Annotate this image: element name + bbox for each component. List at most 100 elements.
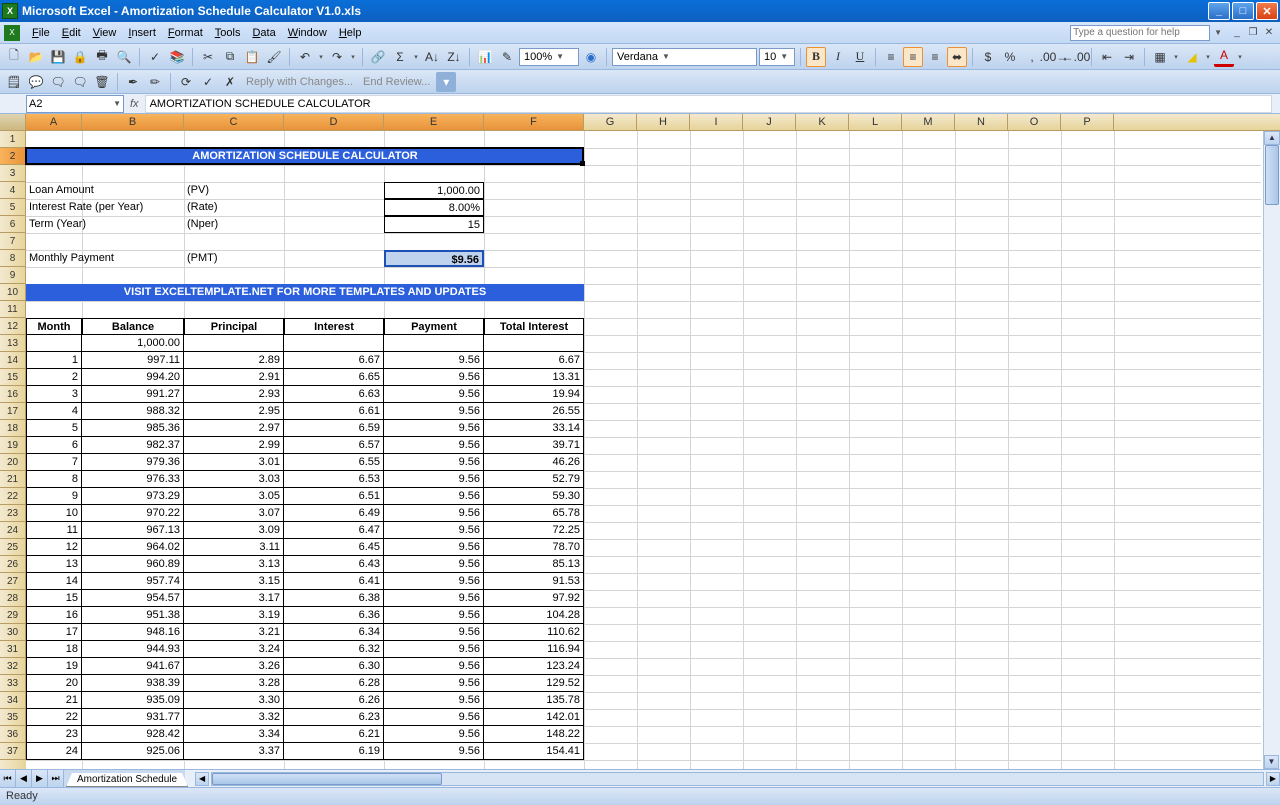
amort-r17c4[interactable]: 9.56 — [384, 403, 484, 420]
amort-r30c4[interactable]: 9.56 — [384, 624, 484, 641]
excel-doc-icon[interactable]: X — [4, 25, 20, 41]
amort-r23c3[interactable]: 6.49 — [284, 505, 384, 522]
amort-r26c4[interactable]: 9.56 — [384, 556, 484, 573]
col-header-B[interactable]: B — [82, 114, 184, 130]
amort-r21c5[interactable]: 52.79 — [484, 471, 584, 488]
amort-r37c5[interactable]: 154.41 — [484, 743, 584, 760]
amort-r18c1[interactable]: 985.36 — [82, 420, 184, 437]
sort-asc-icon[interactable]: A↓ — [422, 47, 442, 67]
amort-r28c0[interactable]: 15 — [26, 590, 82, 607]
amort-r21c4[interactable]: 9.56 — [384, 471, 484, 488]
amort-r22c5[interactable]: 59.30 — [484, 488, 584, 505]
amort-r30c3[interactable]: 6.34 — [284, 624, 384, 641]
tab-nav-last-icon[interactable]: ⏭ — [48, 770, 64, 787]
chart-icon[interactable]: 📊 — [475, 47, 495, 67]
row-header-18[interactable]: 18 — [0, 420, 26, 437]
amort-r27c4[interactable]: 9.56 — [384, 573, 484, 590]
row-header-12[interactable]: 12 — [0, 318, 26, 335]
borders-dropdown-icon[interactable]: ▾ — [1172, 53, 1180, 61]
tab-nav-first-icon[interactable]: ⏮ — [0, 770, 16, 787]
amort-r32c5[interactable]: 123.24 — [484, 658, 584, 675]
amort-r25c3[interactable]: 6.45 — [284, 539, 384, 556]
fx-icon[interactable]: fx — [130, 98, 139, 110]
font-size-combo[interactable]: 10▼ — [759, 48, 795, 66]
align-left-icon[interactable]: ≡ — [881, 47, 901, 67]
copy-icon[interactable]: ⧉ — [220, 47, 240, 67]
sort-desc-icon[interactable]: Z↓ — [444, 47, 464, 67]
amort-r28c3[interactable]: 6.38 — [284, 590, 384, 607]
label-rate-abbr[interactable]: (Rate) — [184, 199, 284, 216]
horizontal-scrollbar[interactable]: ◀ ▶ — [195, 770, 1280, 787]
amort-r20c4[interactable]: 9.56 — [384, 454, 484, 471]
amort-r24c4[interactable]: 9.56 — [384, 522, 484, 539]
amort-r36c2[interactable]: 3.34 — [184, 726, 284, 743]
col-header-H[interactable]: H — [637, 114, 690, 130]
amort-r37c4[interactable]: 9.56 — [384, 743, 484, 760]
label-pmt-abbr[interactable]: (PMT) — [184, 250, 284, 267]
amort-r19c0[interactable]: 6 — [26, 437, 82, 454]
amort-r32c4[interactable]: 9.56 — [384, 658, 484, 675]
align-right-icon[interactable]: ≡ — [925, 47, 945, 67]
col-header-C[interactable]: C — [184, 114, 284, 130]
amort-r32c2[interactable]: 3.26 — [184, 658, 284, 675]
amort-r15c0[interactable]: 2 — [26, 369, 82, 386]
next-comment-icon[interactable]: 🗨 — [70, 72, 90, 92]
amort-r24c5[interactable]: 72.25 — [484, 522, 584, 539]
drawing-icon[interactable]: ✎ — [497, 47, 517, 67]
row-header-15[interactable]: 15 — [0, 369, 26, 386]
amort-r21c2[interactable]: 3.03 — [184, 471, 284, 488]
amort-r33c3[interactable]: 6.28 — [284, 675, 384, 692]
amort-r25c1[interactable]: 964.02 — [82, 539, 184, 556]
amort-r35c0[interactable]: 22 — [26, 709, 82, 726]
amort-r36c0[interactable]: 23 — [26, 726, 82, 743]
amort-r35c1[interactable]: 931.77 — [82, 709, 184, 726]
amort-r26c0[interactable]: 13 — [26, 556, 82, 573]
row-header-34[interactable]: 34 — [0, 692, 26, 709]
amort-r16c5[interactable]: 19.94 — [484, 386, 584, 403]
col-header-P[interactable]: P — [1061, 114, 1114, 130]
amort-r35c4[interactable]: 9.56 — [384, 709, 484, 726]
row-header-20[interactable]: 20 — [0, 454, 26, 471]
row-header-25[interactable]: 25 — [0, 539, 26, 556]
scroll-thumb-horizontal[interactable] — [212, 773, 442, 785]
amort-r37c3[interactable]: 6.19 — [284, 743, 384, 760]
amort-r27c3[interactable]: 6.41 — [284, 573, 384, 590]
amort-r26c3[interactable]: 6.43 — [284, 556, 384, 573]
amort-r19c1[interactable]: 982.37 — [82, 437, 184, 454]
col-header-K[interactable]: K — [796, 114, 849, 130]
help-icon[interactable]: ◉ — [581, 47, 601, 67]
amort-r26c1[interactable]: 960.89 — [82, 556, 184, 573]
bold-button[interactable]: B — [806, 47, 826, 67]
row-header-4[interactable]: 4 — [0, 182, 26, 199]
banner-title[interactable]: AMORTIZATION SCHEDULE CALCULATOR — [26, 148, 584, 165]
row-header-5[interactable]: 5 — [0, 199, 26, 216]
amort-r21c1[interactable]: 976.33 — [82, 471, 184, 488]
amort-r29c1[interactable]: 951.38 — [82, 607, 184, 624]
help-search-input[interactable] — [1070, 25, 1210, 41]
amort-r21c3[interactable]: 6.53 — [284, 471, 384, 488]
track-changes-icon[interactable]: ⟳ — [176, 72, 196, 92]
row-header-35[interactable]: 35 — [0, 709, 26, 726]
amort-r30c0[interactable]: 17 — [26, 624, 82, 641]
window-close-button[interactable]: ✕ — [1256, 2, 1278, 20]
row-header-27[interactable]: 27 — [0, 573, 26, 590]
formula-input[interactable]: AMORTIZATION SCHEDULE CALCULATOR — [145, 95, 1272, 113]
row-header-30[interactable]: 30 — [0, 624, 26, 641]
delete-comment-icon[interactable]: 🗑 — [92, 72, 112, 92]
input-nper[interactable]: 15 — [384, 216, 484, 233]
amort-r14c1[interactable]: 997.11 — [82, 352, 184, 369]
italic-button[interactable]: I — [828, 47, 848, 67]
amort-blank-4[interactable] — [384, 335, 484, 352]
amort-r29c2[interactable]: 3.19 — [184, 607, 284, 624]
amort-r18c2[interactable]: 2.97 — [184, 420, 284, 437]
amort-blank-month[interactable] — [26, 335, 82, 352]
amort-r20c0[interactable]: 7 — [26, 454, 82, 471]
col-header-M[interactable]: M — [902, 114, 955, 130]
amort-r24c2[interactable]: 3.09 — [184, 522, 284, 539]
menu-insert[interactable]: Insert — [122, 25, 162, 41]
amort-r35c3[interactable]: 6.23 — [284, 709, 384, 726]
amort-r28c2[interactable]: 3.17 — [184, 590, 284, 607]
fill-color-icon[interactable]: ◢ — [1182, 47, 1202, 67]
amort-r17c5[interactable]: 26.55 — [484, 403, 584, 420]
borders-icon[interactable]: ▦ — [1150, 47, 1170, 67]
